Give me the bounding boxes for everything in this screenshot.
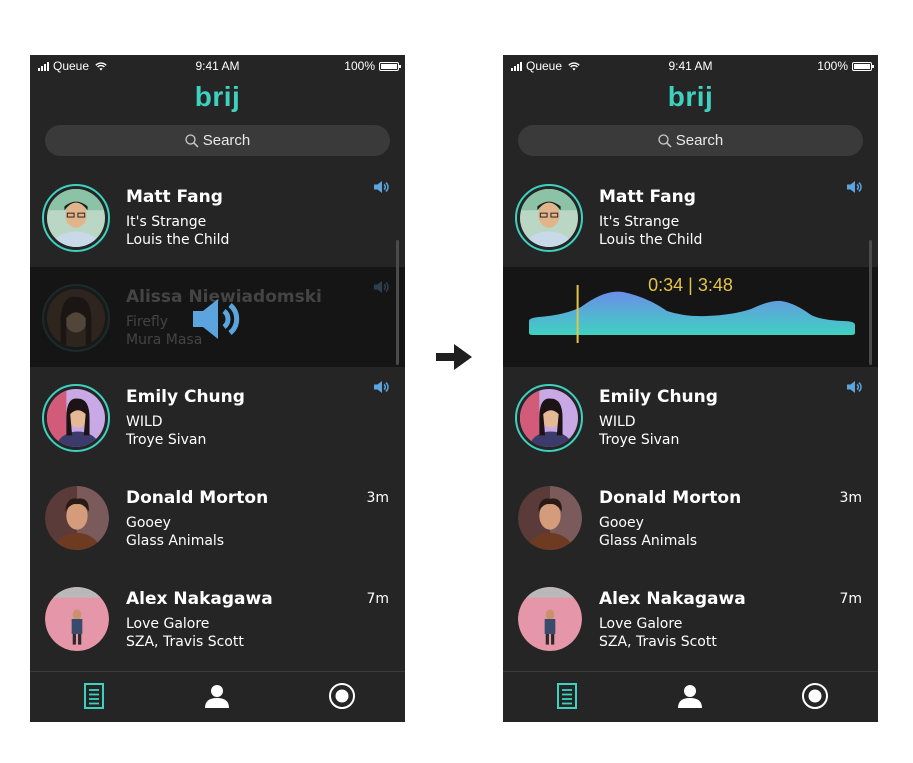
user-name: Donald Morton [126,488,269,508]
speaker-icon[interactable] [846,180,862,194]
avatar [42,384,110,452]
avatar [42,284,110,352]
feed-item[interactable]: Donald Morton Gooey Glass Animals 3m [503,468,878,568]
status-bar: Queue 9:41 AM 100% [503,55,878,77]
avatar [518,587,582,651]
feed-item[interactable]: Alex Nakagawa Love Galore SZA, Travis Sc… [503,569,878,669]
time-ago: 3m [839,490,862,506]
feed-item[interactable]: Emily Chung WILD Troye Sivan [503,367,878,467]
feed-item[interactable]: Alex Nakagawa Love Galore SZA, Travis Sc… [30,569,405,669]
user-name: Emily Chung [599,387,718,407]
playhead[interactable] [576,285,579,343]
avatar [518,486,582,550]
user-name: Matt Fang [126,187,223,207]
search-label: Search [202,132,251,149]
scrollbar[interactable] [396,240,399,365]
status-bar: Queue 9:41 AM 100% [30,55,405,77]
person-icon[interactable] [203,682,231,710]
speaker-icon[interactable] [373,380,389,394]
avatar [45,587,109,651]
avatar [515,384,583,452]
phone-screen-after: Queue 9:41 AM 100% brij Search Matt Fang… [503,55,878,722]
user-name: Donald Morton [599,488,742,508]
person-icon[interactable] [676,682,704,710]
record-icon[interactable] [328,682,356,710]
feed-item[interactable]: Matt Fang It's Strange Louis the Child [30,167,405,267]
speaker-icon[interactable] [373,180,389,194]
song-title: Love Galore [599,616,683,632]
artist-name: Louis the Child [126,232,230,248]
feed-list-icon[interactable] [553,682,581,710]
battery-percent: 100% [817,59,848,73]
artist-name: Glass Animals [126,533,225,549]
artist-name: Glass Animals [599,533,698,549]
tab-bar [503,671,878,722]
record-icon[interactable] [801,682,829,710]
artist-name: Troye Sivan [126,432,207,448]
battery-icon [852,61,874,71]
feed-list-icon[interactable] [80,682,108,710]
search-icon [658,133,672,148]
avatar [515,184,583,252]
artist-name: Mura Masa [126,332,203,348]
search-label: Search [675,132,724,149]
artist-name: SZA, Travis Scott [599,634,717,650]
user-name: Alex Nakagawa [599,589,746,609]
user-name: Emily Chung [126,387,245,407]
song-title: It's Strange [599,214,680,230]
search-icon [185,133,199,148]
song-title: Love Galore [126,616,210,632]
song-title: Firefly [126,314,169,330]
speaker-icon[interactable] [373,280,389,294]
avatar [42,184,110,252]
avatar [45,486,109,550]
battery-icon [379,61,401,71]
search-bar[interactable]: Search [518,125,863,156]
artist-name: Troye Sivan [599,432,680,448]
time-ago: 7m [366,591,389,607]
time-ago: 7m [839,591,862,607]
song-title: It's Strange [126,214,207,230]
app-logo: brij [194,81,241,112]
feed-item[interactable]: Matt Fang It's Strange Louis the Child [503,167,878,267]
user-name: Alex Nakagawa [126,589,273,609]
feed-item[interactable]: Donald Morton Gooey Glass Animals 3m [30,468,405,568]
time-ago: 3m [366,490,389,506]
arrow-right-icon [436,344,472,370]
artist-name: SZA, Travis Scott [126,634,244,650]
audio-waveform[interactable] [525,285,857,345]
search-bar[interactable]: Search [45,125,390,156]
song-title: WILD [126,414,163,430]
speaker-icon-large[interactable] [192,297,244,341]
phone-screen-before: Queue 9:41 AM 100% brij Search Matt Fang… [30,55,405,722]
feed-item[interactable]: Emily Chung WILD Troye Sivan [30,367,405,467]
user-name: Matt Fang [599,187,696,207]
scrollbar[interactable] [869,240,872,365]
app-logo: brij [667,81,714,112]
battery-percent: 100% [344,59,375,73]
speaker-icon[interactable] [846,380,862,394]
song-title: Gooey [126,515,171,531]
song-title: Gooey [599,515,644,531]
song-title: WILD [599,414,636,430]
tab-bar [30,671,405,722]
artist-name: Louis the Child [599,232,703,248]
